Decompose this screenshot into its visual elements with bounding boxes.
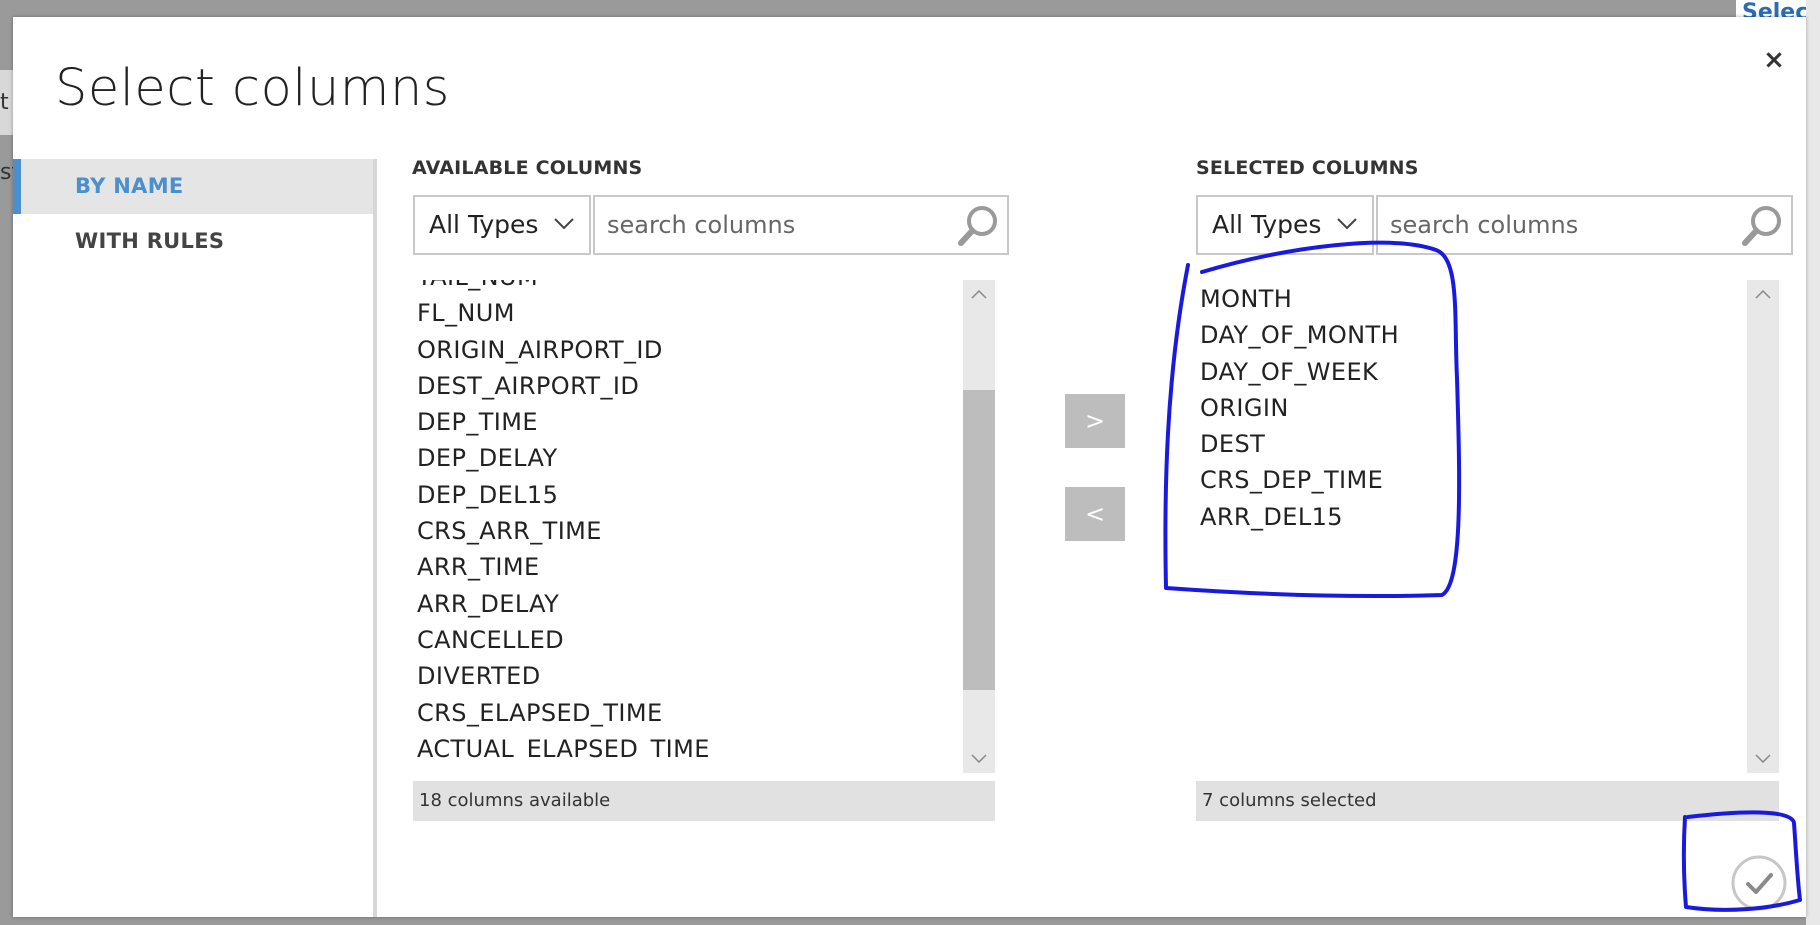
scroll-down-icon[interactable] <box>963 745 995 773</box>
list-item[interactable]: DEST_AIRPORT_ID <box>413 368 975 404</box>
search-icon[interactable] <box>1739 203 1785 249</box>
remove-column-button[interactable]: < <box>1065 487 1125 541</box>
list-item[interactable]: DAY_OF_WEEK <box>1196 354 1756 390</box>
available-columns-label: AVAILABLE COLUMNS <box>412 157 643 179</box>
selected-columns-label: SELECTED COLUMNS <box>1196 157 1419 179</box>
search-icon[interactable] <box>955 203 1001 249</box>
mode-nav: BY NAME WITH RULES <box>13 159 377 917</box>
selected-columns-list[interactable]: MONTH DAY_OF_MONTH DAY_OF_WEEK ORIGIN DE… <box>1196 280 1756 758</box>
nav-item-with-rules[interactable]: WITH RULES <box>13 214 373 269</box>
scroll-down-icon[interactable] <box>1747 745 1779 773</box>
nav-item-by-name[interactable]: BY NAME <box>13 159 373 214</box>
list-item[interactable]: DEP_DELAY <box>413 440 975 476</box>
list-item[interactable]: ACTUAL_ELAPSED_TIME <box>413 731 975 758</box>
list-item[interactable]: CRS_ARR_TIME <box>413 513 975 549</box>
list-item[interactable]: TAIL_NUM <box>413 280 975 295</box>
list-item[interactable]: ARR_DELAY <box>413 586 975 622</box>
list-item[interactable]: CRS_DEP_TIME <box>1196 462 1756 498</box>
dialog-title: Select columns <box>55 59 450 118</box>
selected-scrollbar[interactable] <box>1747 280 1779 773</box>
list-item[interactable]: FL_NUM <box>413 295 975 331</box>
list-item[interactable]: DAY_OF_MONTH <box>1196 317 1756 353</box>
check-circle-icon[interactable] <box>1729 853 1789 913</box>
list-item[interactable]: ORIGIN_AIRPORT_ID <box>413 332 975 368</box>
selected-search-box <box>1376 195 1793 255</box>
list-item[interactable]: ARR_DEL15 <box>1196 499 1756 535</box>
scroll-up-icon[interactable] <box>1747 280 1779 308</box>
list-item[interactable]: DEP_TIME <box>413 404 975 440</box>
close-icon[interactable]: × <box>1758 44 1790 76</box>
background-panel <box>1806 0 1820 925</box>
chevron-down-icon <box>553 197 575 275</box>
nav-item-label: BY NAME <box>75 174 184 198</box>
available-columns-list[interactable]: TAIL_NUM FL_NUM ORIGIN_AIRPORT_ID DEST_A… <box>413 280 975 758</box>
list-item[interactable]: MONTH <box>1196 281 1756 317</box>
selected-type-filter[interactable]: All Types <box>1196 195 1374 255</box>
selected-search-input[interactable] <box>1388 197 1741 253</box>
available-status-bar: 18 columns available <box>413 781 995 821</box>
list-item[interactable]: CRS_ELAPSED_TIME <box>413 695 975 731</box>
scroll-up-icon[interactable] <box>963 280 995 308</box>
background-text-stub: t <box>0 90 9 115</box>
list-item[interactable]: DIVERTED <box>413 658 975 694</box>
list-item[interactable]: ORIGIN <box>1196 390 1756 426</box>
list-item[interactable]: DEP_DEL15 <box>413 477 975 513</box>
selected-status-bar: 7 columns selected <box>1196 781 1779 821</box>
add-column-button[interactable]: > <box>1065 394 1125 448</box>
list-item[interactable]: DEST <box>1196 426 1756 462</box>
nav-item-label: WITH RULES <box>75 229 225 253</box>
select-columns-dialog: Select columns × BY NAME WITH RULES AVAI… <box>13 17 1806 917</box>
scroll-thumb[interactable] <box>963 390 995 690</box>
available-search-box <box>593 195 1009 255</box>
list-item[interactable]: ARR_TIME <box>413 549 975 585</box>
type-filter-value: All Types <box>1212 210 1322 239</box>
available-scrollbar[interactable] <box>963 280 995 773</box>
type-filter-value: All Types <box>429 210 539 239</box>
chevron-down-icon <box>1336 197 1358 275</box>
list-item[interactable]: CANCELLED <box>413 622 975 658</box>
available-type-filter[interactable]: All Types <box>413 195 591 255</box>
available-search-input[interactable] <box>605 197 957 253</box>
